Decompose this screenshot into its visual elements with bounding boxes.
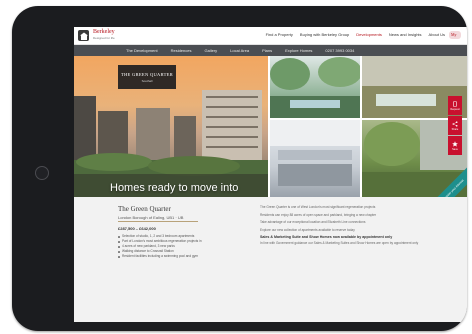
save-tab[interactable]: Save: [448, 136, 462, 155]
sales-suite-heading: Sales & Marketing Suite and Show Homes n…: [260, 235, 393, 240]
my-account-button[interactable]: My: [449, 31, 461, 39]
phone-icon: [453, 100, 457, 107]
feature-list: Selection of studio, 1, 2 and 3 bedroom …: [118, 234, 253, 259]
description-paragraph: Explore our new collection of apartments…: [260, 227, 355, 232]
home-button-icon[interactable]: [35, 166, 49, 180]
link-buying[interactable]: Buying with Berkeley Group: [300, 32, 349, 37]
logo-text[interactable]: Berkeley: [93, 29, 115, 36]
list-item: Resident facilities including a swimming…: [118, 254, 253, 259]
star-icon: [452, 140, 458, 147]
site-header: Berkeley Designed for life Find a Proper…: [74, 27, 467, 45]
nav-item-development[interactable]: The Development: [126, 48, 158, 53]
development-title-box: THE GREEN QUARTER Southall: [118, 65, 176, 89]
my-account-label: My: [451, 32, 457, 37]
description-paragraph: Take advantage of our exceptional locati…: [260, 220, 366, 225]
hero-image-park[interactable]: [270, 56, 360, 118]
hero-gallery: THE GREEN QUARTER Southall Homes ready t…: [74, 56, 467, 216]
title-divider: [118, 221, 198, 222]
link-find-property[interactable]: Find a Property: [266, 32, 293, 37]
description-paragraph: The Green Quarter is one of West London'…: [260, 205, 376, 209]
share-icon: [452, 120, 458, 127]
link-news[interactable]: News and Insights: [389, 32, 422, 37]
save-tab-label: Save: [452, 147, 458, 151]
description-paragraph: Residents can enjoy 88 acres of open spa…: [260, 212, 377, 217]
web-page: Berkeley Designed for life Find a Proper…: [74, 27, 467, 322]
development-title: The Green Quarter: [118, 205, 171, 213]
request-tab[interactable]: Request: [448, 96, 462, 115]
sales-suite-paragraph: In line with Government guidance our Sal…: [260, 241, 419, 246]
description-column: The Green Quarter is one of West London'…: [260, 205, 424, 249]
top-links: Find a Property Buying with Berkeley Gro…: [266, 32, 445, 37]
development-nav: The Development Residences Gallery Local…: [74, 45, 467, 56]
development-details: The Green Quarter London Borough of Eali…: [74, 197, 467, 322]
link-developments[interactable]: Developments: [356, 32, 382, 37]
logo-tagline: Designed for life: [93, 36, 115, 40]
nav-item-gallery[interactable]: Gallery: [204, 48, 217, 53]
share-tab[interactable]: Share: [448, 116, 462, 135]
request-tab-label: Request: [450, 107, 460, 111]
title-box-title: THE GREEN QUARTER: [120, 71, 174, 77]
development-location: London Borough of Ealing, UB1 · UB: [118, 215, 184, 220]
title-box-subtitle: Southall: [141, 78, 153, 83]
berkeley-logo-icon[interactable]: [78, 30, 89, 41]
hero-headline: Homes ready to move into: [110, 182, 239, 194]
nav-item-phone[interactable]: 0207 3993 0034: [325, 48, 354, 53]
nav-item-residences[interactable]: Residences: [171, 48, 192, 53]
link-about[interactable]: About Us: [429, 32, 445, 37]
nav-item-explore[interactable]: Explore Homes: [285, 48, 312, 53]
development-price: £287,500 – £642,000: [118, 226, 156, 231]
nav-item-plans[interactable]: Plans: [262, 48, 272, 53]
hero-image-kitchen[interactable]: [270, 120, 360, 197]
nav-item-local-area[interactable]: Local Area: [230, 48, 249, 53]
tablet-frame: Berkeley Designed for life Find a Proper…: [12, 6, 467, 331]
side-action-tabs: Request Share Save: [448, 96, 462, 155]
share-tab-label: Share: [451, 127, 459, 131]
